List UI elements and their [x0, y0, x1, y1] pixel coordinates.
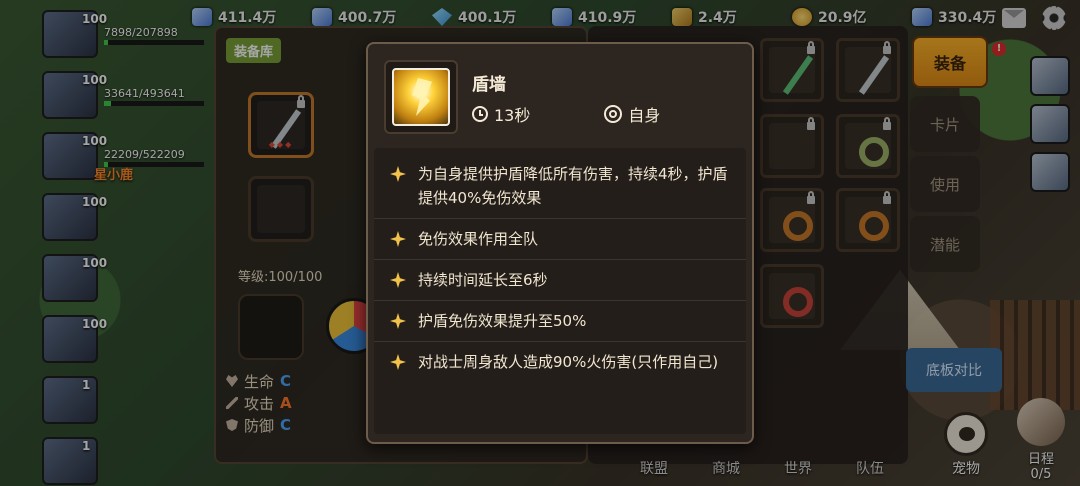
skill-tooltip: 盾墙 13秒 自身 为自身提供护盾降低所有伤害，持续4秒，护盾提供40%免伤效果…	[366, 42, 754, 444]
sparkle-icon	[390, 354, 406, 370]
effect-text: 免伤效果作用全队	[418, 230, 539, 248]
skill-target: 自身	[628, 106, 661, 125]
clock-icon	[472, 106, 488, 122]
list-item: 护盾免伤效果提升至50%	[374, 301, 746, 342]
skill-meta: 13秒 自身	[472, 102, 660, 126]
effect-text: 持续时间延长至6秒	[418, 271, 548, 289]
list-item: 为自身提供护盾降低所有伤害，持续4秒，护盾提供40%免伤效果	[374, 154, 746, 219]
skill-cooldown: 13秒	[494, 106, 531, 125]
sparkle-icon	[390, 313, 406, 329]
sparkle-icon	[390, 166, 406, 182]
sparkle-icon	[390, 231, 406, 247]
effect-text: 为自身提供护盾降低所有伤害，持续4秒，护盾提供40%免伤效果	[418, 165, 728, 207]
skill-effects-list: 为自身提供护盾降低所有伤害，持续4秒，护盾提供40%免伤效果 免伤效果作用全队 …	[374, 148, 746, 434]
skill-icon-frame	[384, 60, 458, 134]
target-icon	[604, 105, 623, 123]
skill-title: 盾墙	[472, 75, 506, 95]
shield-wall-skill-icon	[392, 68, 450, 126]
list-item: 免伤效果作用全队	[374, 219, 746, 260]
effect-text: 护盾免伤效果提升至50%	[418, 312, 587, 330]
list-item: 持续时间延长至6秒	[374, 260, 746, 301]
list-item: 对战士周身敌人造成90%火伤害(只作用自己)	[374, 342, 746, 382]
sparkle-icon	[390, 272, 406, 288]
effect-text: 对战士周身敌人造成90%火伤害(只作用自己)	[418, 353, 719, 371]
